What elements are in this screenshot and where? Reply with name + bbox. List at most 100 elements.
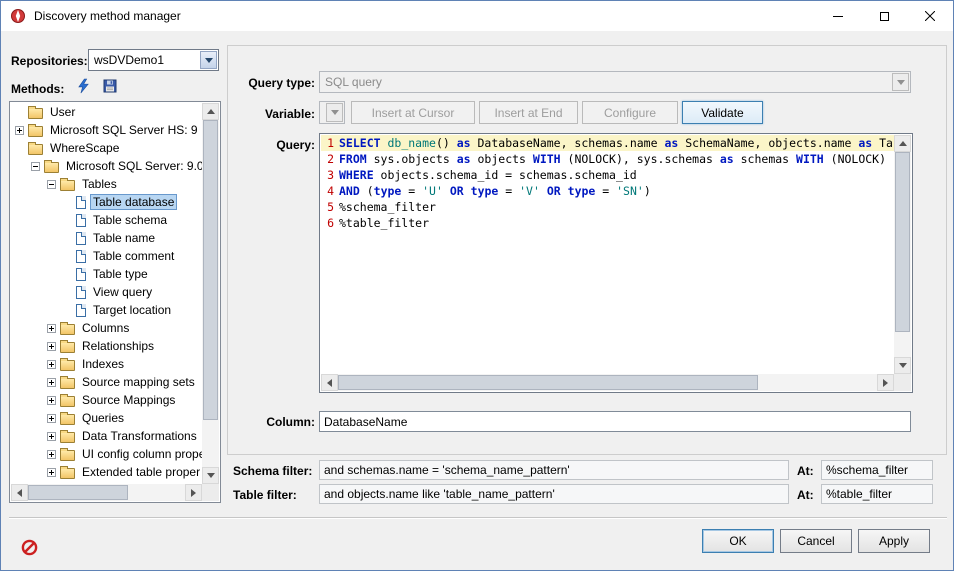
tree-item-label: WhereScape: [47, 140, 122, 156]
variable-dropdown-arrow[interactable]: [326, 103, 343, 122]
tree-hscroll-thumb[interactable]: [28, 485, 128, 500]
tree-item-source-mappings[interactable]: Source Mappings: [11, 391, 202, 409]
document-icon: [76, 214, 86, 227]
query-type-combobox[interactable]: SQL query: [319, 71, 911, 93]
repository-dropdown-arrow[interactable]: [200, 51, 217, 69]
app-icon: [10, 8, 26, 24]
tree-item-wherescape[interactable]: WhereScape: [11, 139, 202, 157]
query-editor: 1SELECT db_name() as DatabaseName, schem…: [319, 133, 913, 393]
code-line-3[interactable]: 3 WHERE objects.schema_id = schemas.schem…: [321, 167, 894, 183]
tree-item-data-transformations[interactable]: Data Transformations: [11, 427, 202, 445]
close-button[interactable]: [907, 1, 953, 31]
expand-icon[interactable]: [47, 414, 56, 423]
scroll-down-button[interactable]: [894, 357, 911, 374]
code-line-6[interactable]: 6%table_filter: [321, 215, 894, 231]
scroll-right-button[interactable]: [185, 484, 202, 501]
tree-item-label: View query: [90, 284, 155, 300]
ok-button[interactable]: OK: [702, 529, 774, 553]
line-number: 3: [321, 167, 334, 183]
tree-item-table-schema[interactable]: Table schema: [11, 211, 202, 229]
tree-item-target-location[interactable]: Target location: [11, 301, 202, 319]
expand-icon[interactable]: [47, 432, 56, 441]
tree-vertical-scrollbar[interactable]: [202, 103, 219, 484]
code-line-4[interactable]: 4AND (type = 'U' OR type = 'V' OR type =…: [321, 183, 894, 199]
tree-item-table-type[interactable]: Table type: [11, 265, 202, 283]
expand-icon[interactable]: [47, 468, 56, 477]
maximize-button[interactable]: [861, 1, 907, 31]
line-number: 6: [321, 215, 334, 231]
collapse-icon[interactable]: [47, 180, 56, 189]
validate-button[interactable]: Validate: [682, 101, 763, 124]
expand-icon[interactable]: [47, 396, 56, 405]
variable-combobox[interactable]: [319, 101, 345, 124]
configure-button[interactable]: Configure: [582, 101, 678, 124]
tree-item-indexes[interactable]: Indexes: [11, 355, 202, 373]
code-line-5[interactable]: 5%schema_filter: [321, 199, 894, 215]
arrow-left-icon: [17, 489, 22, 497]
tree-item-tables[interactable]: Tables: [11, 175, 202, 193]
column-field[interactable]: DatabaseName: [319, 411, 911, 432]
editor-hscroll-thumb[interactable]: [338, 375, 758, 390]
editor-vertical-scrollbar[interactable]: [894, 135, 911, 374]
tree-item-extended-table-proper[interactable]: Extended table proper: [11, 463, 202, 481]
window-title: Discovery method manager: [34, 9, 181, 23]
collapse-icon[interactable]: [31, 162, 40, 171]
expand-icon[interactable]: [47, 342, 56, 351]
tree-item-label: Table database: [90, 194, 177, 210]
query-code-lines[interactable]: 1SELECT db_name() as DatabaseName, schem…: [321, 135, 894, 374]
method-tree[interactable]: UserMicrosoft SQL Server HS: 9WhereScape…: [11, 103, 202, 484]
refresh-methods-button[interactable]: [73, 76, 93, 96]
expand-icon[interactable]: [47, 324, 56, 333]
insert-at-end-button[interactable]: Insert at End: [479, 101, 578, 124]
tree-item-label: Microsoft SQL Server: 9.0 -: [63, 158, 202, 174]
scroll-down-button[interactable]: [202, 467, 219, 484]
tree-item-queries[interactable]: Queries: [11, 409, 202, 427]
tree-item-table-name[interactable]: Table name: [11, 229, 202, 247]
insert-at-cursor-button[interactable]: Insert at Cursor: [351, 101, 475, 124]
editor-vscroll-thumb[interactable]: [895, 152, 910, 332]
expand-icon[interactable]: [47, 378, 56, 387]
tree-item-label: Relationships: [79, 338, 157, 354]
code-line-1[interactable]: 1SELECT db_name() as DatabaseName, schem…: [321, 135, 894, 151]
apply-button[interactable]: Apply: [858, 529, 930, 553]
document-icon: [76, 250, 86, 263]
scroll-up-button[interactable]: [202, 103, 219, 120]
tree-item-microsoft-sql-server-9-0[interactable]: Microsoft SQL Server: 9.0 -: [11, 157, 202, 175]
tree-vscroll-thumb[interactable]: [203, 120, 218, 420]
scroll-right-button[interactable]: [877, 374, 894, 391]
tree-item-table-comment[interactable]: Table comment: [11, 247, 202, 265]
tree-item-source-mapping-sets[interactable]: Source mapping sets: [11, 373, 202, 391]
tree-item-microsoft-sql-server-hs-9[interactable]: Microsoft SQL Server HS: 9: [11, 121, 202, 139]
tree-item-columns[interactable]: Columns: [11, 319, 202, 337]
cancel-button[interactable]: Cancel: [780, 529, 852, 553]
scroll-left-button[interactable]: [321, 374, 338, 391]
scroll-left-button[interactable]: [11, 484, 28, 501]
table-filter-field[interactable]: and objects.name like 'table_name_patter…: [319, 484, 789, 504]
expand-icon[interactable]: [15, 126, 24, 135]
tree-item-view-query[interactable]: View query: [11, 283, 202, 301]
expand-icon[interactable]: [47, 360, 56, 369]
tree-item-user[interactable]: User: [11, 103, 202, 121]
code-text: AND (type = 'U' OR type = 'V' OR type = …: [339, 183, 651, 199]
editor-horizontal-scrollbar[interactable]: [321, 374, 894, 391]
tree-item-ui-config-column-prope[interactable]: UI config column prope: [11, 445, 202, 463]
query-type-dropdown-arrow[interactable]: [892, 73, 909, 91]
repository-combobox[interactable]: wsDVDemo1: [88, 49, 219, 71]
tree-item-label: Table name: [90, 230, 158, 246]
expand-icon[interactable]: [47, 450, 56, 459]
code-line-2[interactable]: 2FROM sys.objects as objects WITH (NOLOC…: [321, 151, 894, 167]
schema-filter-field[interactable]: and schemas.name = 'schema_name_pattern': [319, 460, 789, 480]
arrow-right-icon: [191, 489, 196, 497]
tree-item-table-database[interactable]: Table database: [11, 193, 202, 211]
save-methods-button[interactable]: [100, 76, 120, 96]
schema-at-field[interactable]: %schema_filter: [821, 460, 933, 480]
table-at-field[interactable]: %table_filter: [821, 484, 933, 504]
tree-horizontal-scrollbar[interactable]: [11, 484, 202, 501]
folder-icon: [60, 414, 75, 425]
minimize-button[interactable]: [815, 1, 861, 31]
tree-item-relationships[interactable]: Relationships: [11, 337, 202, 355]
save-icon: [102, 78, 118, 94]
schema-filter-label: Schema filter:: [233, 464, 312, 478]
scroll-up-button[interactable]: [894, 135, 911, 152]
code-text: WHERE objects.schema_id = schemas.schema…: [339, 167, 637, 183]
